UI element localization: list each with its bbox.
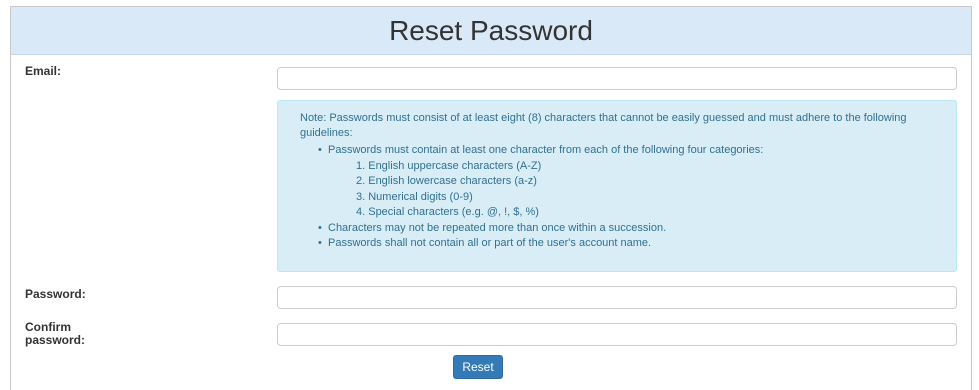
bullet-icon: •: [318, 221, 322, 234]
list-item: • Characters may not be repeated more th…: [318, 221, 936, 237]
rule-text: Characters may not be repeated more than…: [328, 221, 667, 234]
reset-password-panel: Reset Password Email: Note: Passwords mu…: [10, 6, 972, 390]
list-item: 3. Numerical digits (0-9): [356, 190, 473, 203]
email-label: Email:: [25, 64, 62, 78]
page-header: Reset Password: [11, 7, 971, 55]
bullet-icon: •: [318, 237, 322, 249]
note-intro: Note: Passwords must consist of at least…: [300, 112, 907, 139]
page-title: Reset Password: [389, 14, 593, 46]
guidelines-list: • Passwords must contain at least one ch…: [300, 143, 936, 252]
rule-text: Passwords shall not contain all or part …: [328, 237, 652, 249]
password-guidelines-note: Note: Passwords must consist of at least…: [277, 100, 957, 272]
list-item: 2. English lowercase characters (a-z): [356, 175, 537, 187]
rule-text: Passwords must contain at least one char…: [328, 144, 764, 156]
confirm-label-line2: password:: [25, 333, 86, 347]
categories-list: 1. English uppercase characters (A-Z) 2.…: [328, 159, 936, 221]
list-item: • Passwords must contain at least one ch…: [318, 143, 936, 221]
password-field[interactable]: [277, 286, 957, 309]
email-field[interactable]: [277, 67, 957, 90]
list-item: 4. Special characters (e.g. @, !, $, %): [356, 206, 539, 218]
password-label: Password:: [25, 287, 86, 301]
bullet-icon: •: [318, 144, 322, 156]
confirm-password-field[interactable]: [277, 323, 957, 346]
confirm-password-label: Confirm password:: [25, 321, 85, 347]
reset-button[interactable]: Reset: [453, 355, 503, 379]
list-item: 1. English uppercase characters (A-Z): [356, 159, 542, 172]
list-item: • Passwords shall not contain all or par…: [318, 236, 936, 252]
